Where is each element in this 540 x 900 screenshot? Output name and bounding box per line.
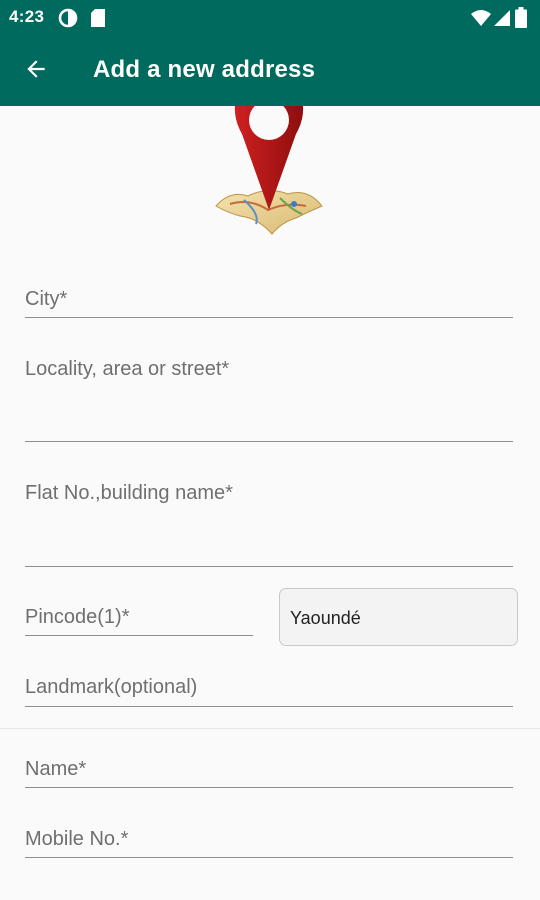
name-field[interactable]: Name* xyxy=(25,750,513,788)
arrow-left-icon xyxy=(23,56,49,87)
page-title: Add a new address xyxy=(93,56,316,83)
mobile-field[interactable]: Mobile No.* xyxy=(25,820,513,858)
status-time: 4:23 xyxy=(9,7,45,26)
locality-placeholder: Locality, area or street* xyxy=(25,358,230,380)
wifi-icon xyxy=(470,9,492,32)
pincode-placeholder: Pincode(1)* xyxy=(25,606,130,628)
battery-icon xyxy=(515,7,527,33)
app-bar: Add a new address xyxy=(0,36,540,106)
city-placeholder: City* xyxy=(25,288,68,310)
city-field[interactable]: City* xyxy=(25,280,513,318)
status-bar: 4:23 xyxy=(0,0,540,36)
pincode-field[interactable]: Pincode(1)* xyxy=(25,598,253,636)
locality-field[interactable]: Locality, area or street* xyxy=(25,350,513,442)
mobile-placeholder: Mobile No.* xyxy=(25,828,129,850)
sim-card-icon xyxy=(90,8,106,33)
landmark-field[interactable]: Landmark(optional) xyxy=(25,668,513,707)
city-select[interactable]: Yaoundé xyxy=(279,588,518,646)
name-placeholder: Name* xyxy=(25,758,87,780)
signal-icon xyxy=(493,9,511,32)
back-button[interactable] xyxy=(14,49,58,93)
data-saver-icon xyxy=(58,8,78,33)
flat-field[interactable]: Flat No.,building name* xyxy=(25,474,513,567)
map-pin-icon xyxy=(210,100,328,236)
landmark-placeholder: Landmark(optional) xyxy=(25,676,198,698)
flat-placeholder: Flat No.,building name* xyxy=(25,482,233,504)
city-select-value: Yaoundé xyxy=(290,608,361,628)
section-divider xyxy=(0,728,540,729)
